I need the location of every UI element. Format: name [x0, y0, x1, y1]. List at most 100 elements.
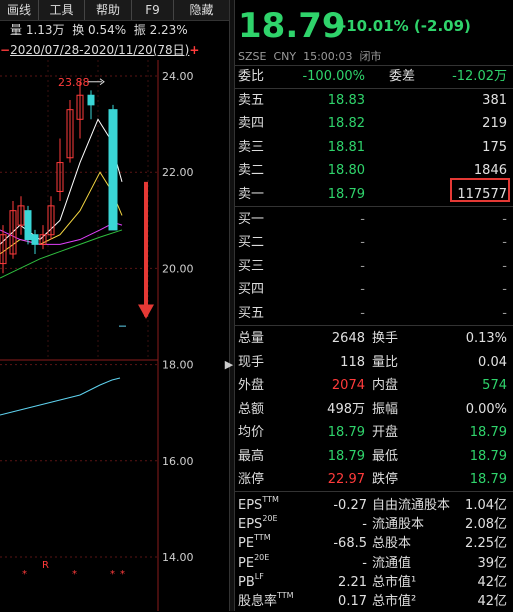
stat-label: 均价 [238, 425, 265, 440]
fundamental-label: 股息率TTM [238, 591, 294, 609]
sell-price: 18.83 [327, 93, 365, 108]
stat-row: 外盘 2074 内盘 574 [234, 374, 513, 397]
event-mark[interactable]: R [42, 560, 49, 571]
stat-value: 2648 [331, 331, 365, 346]
stat-label: 跌停 [372, 472, 399, 487]
stat-label: 最高 [238, 448, 265, 464]
volume-info: 量 1.13万 [10, 23, 65, 37]
f9-button[interactable]: F9 [132, 0, 174, 20]
sell-row[interactable]: 卖四 18.82 219 [234, 112, 513, 135]
down-arrow-icon [138, 304, 154, 319]
fundamental-row: PBLF 2.21 总市值¹ 42亿 [234, 572, 513, 593]
annotations: 23.88 [58, 76, 154, 327]
buy-volume: - [502, 282, 507, 298]
sell-price: 18.80 [327, 163, 365, 179]
fundamental-value: 1.04亿 [465, 498, 507, 513]
fundamental-value: - [362, 555, 367, 571]
currency: CNY [273, 50, 297, 63]
buy-row[interactable]: 买四 - - [234, 278, 513, 301]
price-axis: 24.00 22.00 20.00 18.00 16.00 14.00 [162, 70, 194, 564]
stat-label: 振幅 [372, 401, 399, 417]
moving-averages [0, 118, 123, 279]
order-ratio-row: 委比 -100.00% 委差 -12.02万 [234, 65, 513, 88]
stat-value: 0.13% [465, 331, 507, 346]
chart-toolbar: 画线 工具 帮助 F9 隐藏 [0, 0, 229, 21]
stat-value: 118 [340, 354, 365, 370]
stat-value: 18.79 [469, 448, 507, 464]
highlight-box [450, 178, 510, 202]
fundamental-value: 42亿 [477, 574, 507, 590]
buy-row[interactable]: 买二 - - [234, 231, 513, 254]
axis-tick-label: 18.00 [162, 359, 194, 372]
fundamental-row: PE20E - 流通值 39亿 [234, 553, 513, 574]
fundamental-value: 2.25亿 [465, 536, 507, 552]
buy-price: - [360, 258, 365, 274]
event-mark[interactable]: * [110, 569, 115, 580]
fundamental-value: 0.17 [338, 594, 367, 609]
market-info: SZSE CNY 15:00:03 闭市 [238, 50, 382, 64]
buy-price: - [360, 282, 365, 298]
fundamental-value: - [362, 517, 367, 533]
buy-row[interactable]: 买一 - - [234, 208, 513, 231]
zoom-out-button[interactable]: − [0, 43, 10, 57]
stat-row: 涨停 22.97 跌停 18.79 [234, 468, 513, 491]
stat-label: 总额 [238, 401, 265, 417]
draw-line-button[interactable]: 画线 [0, 0, 39, 20]
fundamental-label: 总股本 [372, 536, 412, 552]
event-mark[interactable]: * [72, 569, 77, 580]
stat-label: 内盘 [372, 378, 399, 393]
stat-row: 现手 118 量比 0.04 [234, 351, 513, 374]
stat-value: 18.79 [469, 425, 507, 440]
sell-volume: 219 [482, 116, 507, 132]
fundamental-row: 股息率TTM 0.17 总市值² 42亿 [234, 591, 513, 612]
stat-value: 22.97 [327, 472, 365, 487]
event-mark[interactable]: * [22, 569, 27, 580]
zoom-in-button[interactable]: + [189, 43, 199, 57]
fundamental-label: EPS20E [238, 514, 278, 533]
weicha-value: -12.02万 [452, 69, 507, 84]
candlestick-chart[interactable]: 24.0022.0020.0018.0016.0014.00 23.88 *R*… [0, 60, 229, 611]
help-button[interactable]: 帮助 [85, 0, 132, 20]
sell-volume: 381 [482, 93, 507, 108]
stat-label: 总量 [238, 331, 265, 346]
buy-price: - [360, 235, 365, 251]
stat-value: 498万 [327, 401, 365, 417]
sell-level-label: 卖三 [238, 139, 265, 155]
buy-volume: - [502, 212, 507, 227]
buy-level-label: 买五 [238, 305, 265, 321]
fundamental-value: 2.08亿 [465, 517, 507, 533]
axis-tick-label: 20.00 [162, 262, 194, 275]
sell-row[interactable]: 卖五 18.83 381 [234, 89, 513, 112]
fundamental-value: 39亿 [477, 555, 507, 571]
date-range-text[interactable]: 2020/07/28-2020/11/20(78日) [10, 43, 189, 57]
sell-row[interactable]: 卖三 18.81 175 [234, 136, 513, 159]
exchange: SZSE [238, 50, 267, 63]
weicha-label: 委差 [389, 69, 416, 84]
buy-level-label: 买二 [238, 235, 265, 251]
axis-tick-label: 16.00 [162, 455, 194, 468]
buy-level-label: 买三 [238, 258, 265, 274]
fundamental-row: EPS20E - 流通股本 2.08亿 [234, 514, 513, 535]
event-marks: * R * * * [22, 560, 125, 580]
fundamental-row: PETTM -68.5 总股本 2.25亿 [234, 533, 513, 554]
stat-value: 574 [482, 378, 507, 393]
buy-row[interactable]: 买五 - - [234, 302, 513, 325]
fundamental-value: -0.27 [333, 498, 367, 513]
market-status: 闭市 [359, 50, 382, 63]
fundamental-label: EPSTTM [238, 495, 279, 513]
stat-value: 18.79 [327, 425, 365, 440]
axis-tick-label: 24.00 [162, 70, 194, 83]
buy-row[interactable]: 买三 - - [234, 255, 513, 278]
event-mark[interactable]: * [120, 569, 125, 580]
sell-level-label: 卖五 [238, 93, 265, 108]
axis-tick-label: 14.00 [162, 551, 194, 564]
hide-button[interactable]: 隐藏 [174, 0, 229, 20]
quote-time: 15:00:03 [303, 50, 353, 63]
fundamental-label: PETTM [238, 533, 271, 552]
buy-volume: - [502, 305, 507, 321]
sell-price: 18.82 [327, 116, 365, 132]
current-price: 18.79 [238, 6, 346, 46]
weibi-label: 委比 [238, 69, 265, 84]
amplitude-info: 振 2.23% [133, 23, 188, 37]
tools-button[interactable]: 工具 [39, 0, 85, 20]
